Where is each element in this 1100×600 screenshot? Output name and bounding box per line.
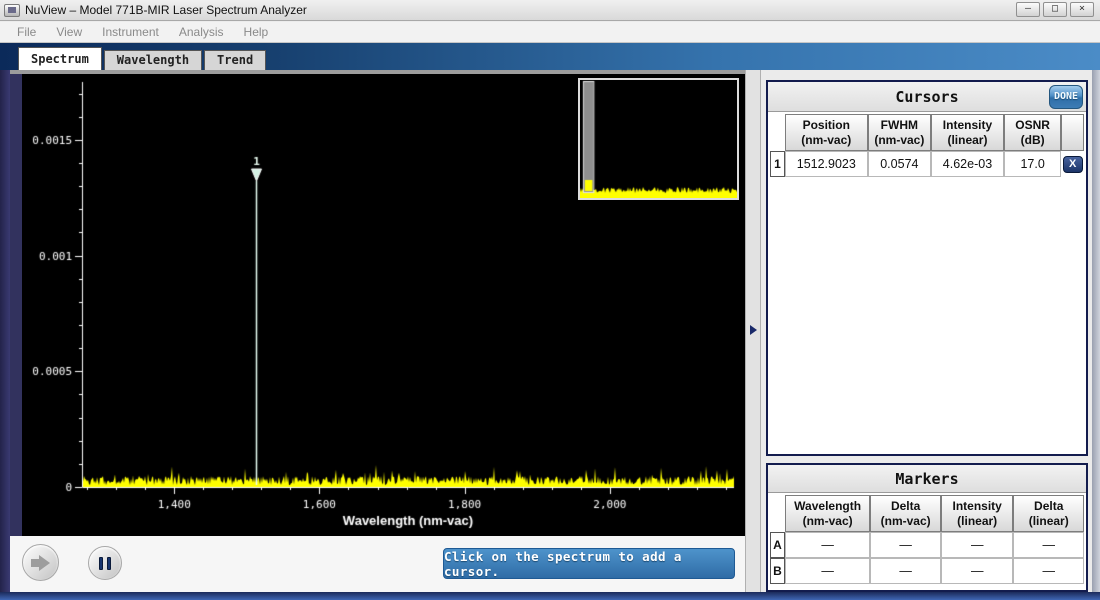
done-button[interactable]: DONE: [1049, 85, 1083, 109]
pause-button[interactable]: [88, 546, 122, 580]
cursors-panel-title: Cursors: [895, 88, 958, 106]
title-bar: NuView – Model 771B-MIR Laser Spectrum A…: [0, 0, 1100, 21]
marker-a-label: A: [770, 532, 785, 558]
panel-splitter[interactable]: [745, 70, 761, 592]
app-icon: [4, 4, 20, 17]
markers-header-blank: [770, 495, 785, 532]
markers-panel-titlebar: Markers: [768, 465, 1086, 493]
cursor-row-1: 1 1512.9023 0.0574 4.62e-03 17.0 X: [770, 151, 1084, 177]
markers-header-row: Wavelength (nm-vac) Delta (nm-vac) Inten…: [770, 495, 1084, 532]
tab-trend[interactable]: Trend: [204, 50, 266, 70]
markers-header-wavelength: Wavelength (nm-vac): [785, 495, 870, 532]
delete-cursor-button[interactable]: X: [1063, 156, 1083, 173]
minimize-button[interactable]: —: [1016, 2, 1040, 17]
app-window: NuView – Model 771B-MIR Laser Spectrum A…: [0, 0, 1100, 600]
run-button[interactable]: [22, 544, 59, 581]
markers-header-delta-lin: Delta (linear): [1013, 495, 1084, 532]
menu-bar: File View Instrument Analysis Help: [0, 22, 1100, 43]
menu-analysis[interactable]: Analysis: [170, 23, 233, 41]
cursors-header-delete: [1061, 114, 1084, 151]
markers-header-delta-nm: Delta (nm-vac): [870, 495, 941, 532]
markers-table: Wavelength (nm-vac) Delta (nm-vac) Inten…: [768, 493, 1086, 584]
marker-b-intensity: —: [941, 558, 1014, 584]
cursor-osnr-value: 17.0: [1004, 151, 1061, 177]
marker-a-intensity: —: [941, 532, 1014, 558]
footer-strip: Click on the spectrum to add a cursor.: [10, 536, 745, 592]
maximize-button[interactable]: □: [1043, 2, 1067, 17]
cursors-panel-titlebar: Cursors DONE: [768, 82, 1086, 112]
cursors-header-position: Position (nm-vac): [785, 114, 868, 151]
marker-b-wavelength: —: [785, 558, 870, 584]
marker-a-delta-lin: —: [1013, 532, 1084, 558]
play-icon: [31, 555, 50, 571]
cursors-header-blank: [770, 114, 785, 151]
panel-collapse-arrow-icon[interactable]: [750, 325, 757, 335]
marker-a-delta-nm: —: [870, 532, 941, 558]
cursor-row-id: 1: [770, 151, 785, 177]
markers-panel: Markers Wavelength (nm-vac) Delta (nm-va…: [766, 463, 1088, 592]
tab-wavelength[interactable]: Wavelength: [104, 50, 202, 70]
cursor-intensity-value: 4.62e-03: [931, 151, 1004, 177]
cursors-header-fwhm: FWHM (nm-vac): [868, 114, 931, 151]
menu-instrument[interactable]: Instrument: [93, 23, 168, 41]
window-border-bottom: [0, 592, 1100, 600]
cursor-position-value: 1512.9023: [785, 151, 868, 177]
status-message: Click on the spectrum to add a cursor.: [443, 548, 735, 579]
menu-view[interactable]: View: [47, 23, 91, 41]
plot-left-margin: [10, 74, 22, 536]
window-title: NuView – Model 771B-MIR Laser Spectrum A…: [25, 3, 307, 17]
markers-panel-title: Markers: [895, 470, 958, 488]
overview-inset[interactable]: [578, 78, 739, 200]
cursors-table: Position (nm-vac) FWHM (nm-vac) Intensit…: [768, 112, 1086, 177]
tab-spectrum[interactable]: Spectrum: [18, 47, 102, 70]
cursor-fwhm-value: 0.0574: [868, 151, 931, 177]
cursors-header-osnr: OSNR (dB): [1004, 114, 1061, 151]
close-button[interactable]: ×: [1070, 2, 1094, 17]
marker-b-delta-nm: —: [870, 558, 941, 584]
marker-row-a: A — — — —: [770, 532, 1084, 558]
menu-file[interactable]: File: [8, 23, 45, 41]
marker-row-b: B — — — —: [770, 558, 1084, 584]
cursors-panel: Cursors DONE Position (nm-vac) FWHM (nm-…: [766, 80, 1088, 456]
spectrum-plot-frame: [10, 70, 745, 536]
cursors-header-row: Position (nm-vac) FWHM (nm-vac) Intensit…: [770, 114, 1084, 151]
window-border-left: [0, 70, 10, 600]
marker-b-delta-lin: —: [1013, 558, 1084, 584]
right-panel-area: Cursors DONE Position (nm-vac) FWHM (nm-…: [761, 70, 1092, 592]
markers-header-intensity: Intensity (linear): [941, 495, 1014, 532]
pause-icon: [99, 557, 103, 570]
marker-a-wavelength: —: [785, 532, 870, 558]
tab-strip: Spectrum Wavelength Trend: [0, 43, 1100, 70]
overview-inset-plot[interactable]: [580, 80, 737, 198]
cursors-header-intensity: Intensity (linear): [931, 114, 1004, 151]
window-border-right: [1092, 70, 1100, 592]
menu-help[interactable]: Help: [235, 23, 278, 41]
marker-b-label: B: [770, 558, 785, 584]
